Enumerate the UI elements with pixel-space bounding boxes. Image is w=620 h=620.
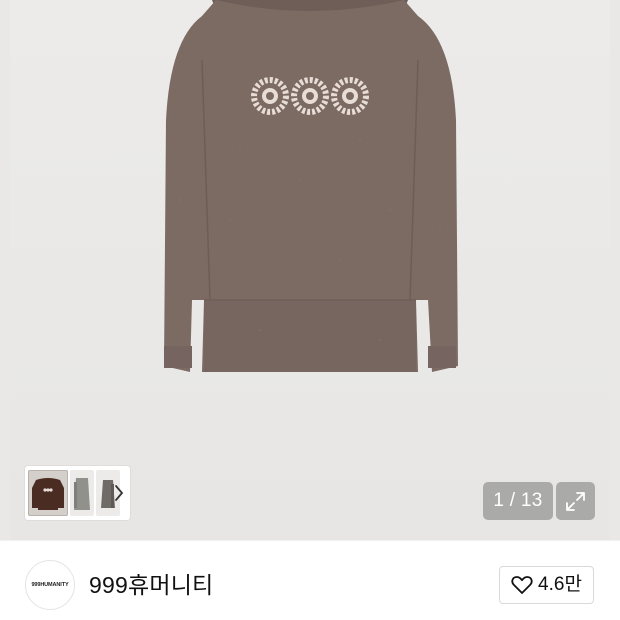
thumbnail-2[interactable] <box>70 470 94 516</box>
expand-icon <box>566 492 585 511</box>
brand-logo-text: 999HUMANITY <box>31 582 69 588</box>
product-photo <box>164 0 458 372</box>
thumbnail-1[interactable] <box>28 470 68 516</box>
like-count: 4.6만 <box>538 574 582 595</box>
like-button[interactable]: 4.6만 <box>499 566 594 604</box>
image-counter: 1 / 13 <box>483 482 553 520</box>
product-image-gallery[interactable]: 1 / 13 <box>0 0 620 540</box>
expand-button[interactable] <box>556 482 595 520</box>
thumbnail-strip <box>25 466 130 520</box>
chevron-right-icon[interactable] <box>112 483 126 503</box>
brand-name[interactable]: 999휴머니티 <box>89 569 213 601</box>
section-divider <box>0 540 620 541</box>
brand-logo[interactable]: 999HUMANITY <box>25 560 75 610</box>
heart-icon <box>511 576 533 594</box>
